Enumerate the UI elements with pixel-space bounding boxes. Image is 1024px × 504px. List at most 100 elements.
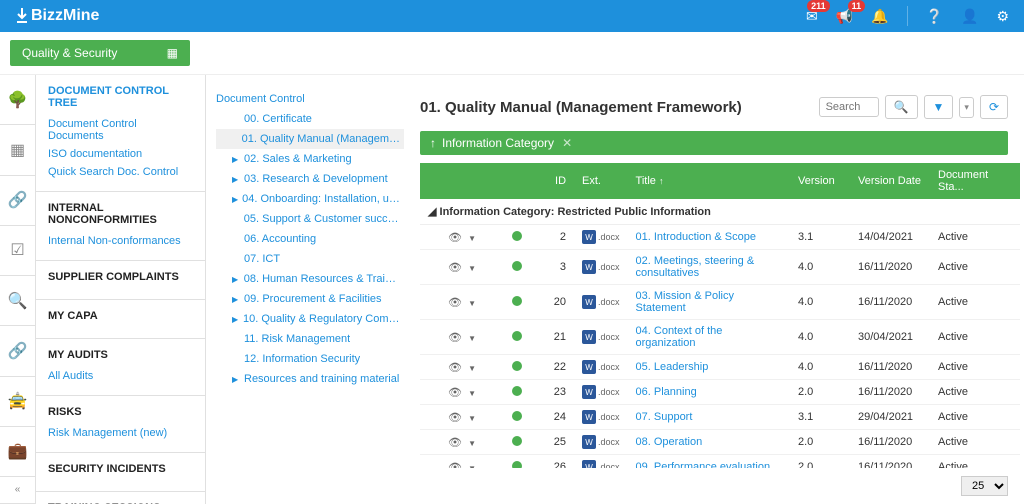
settings-icon[interactable]: ⚙ <box>996 8 1009 25</box>
iconbar-collapse[interactable]: « <box>0 477 35 504</box>
iconbar-risk[interactable]: 🔗 <box>0 326 35 376</box>
sidebar-title[interactable]: SUPPLIER COMPLAINTS <box>48 271 193 283</box>
refresh-button[interactable]: ⟳ <box>980 95 1008 119</box>
module-selector[interactable]: Quality & Security ▦ <box>10 40 190 66</box>
col-status[interactable]: Document Sta... <box>930 163 1020 199</box>
page-size-select[interactable]: 25 <box>961 476 1008 496</box>
tree-item[interactable]: ▶03. Research & Development <box>216 169 404 189</box>
sidebar-title[interactable]: DOCUMENT CONTROL TREE <box>48 85 193 109</box>
col-ext[interactable]: Ext. <box>574 163 628 199</box>
search-button[interactable]: 🔍 <box>885 95 918 119</box>
sidebar-link[interactable]: Document Control Documents <box>48 115 193 145</box>
sidebar-title[interactable]: SECURITY INCIDENTS <box>48 463 193 475</box>
iconbar-link[interactable]: 🔗 <box>0 176 35 226</box>
doc-title-link[interactable]: 06. Planning <box>636 386 697 398</box>
doc-title-link[interactable]: 09. Performance evaluation <box>636 461 771 468</box>
chip-close[interactable]: ✕ <box>562 136 572 150</box>
megaphone-icon[interactable]: 📢11 <box>836 8 853 25</box>
tree-item[interactable]: ▶02. Sales & Marketing <box>216 149 404 169</box>
view-icon[interactable]: 👁 <box>448 297 462 309</box>
iconbar-incident[interactable]: 🚖 <box>0 377 35 427</box>
view-icon[interactable]: 👁 <box>448 387 462 399</box>
help-icon[interactable]: ❔ <box>926 8 943 25</box>
tree-root[interactable]: Document Control <box>216 89 404 109</box>
view-icon[interactable]: 👁 <box>448 262 462 274</box>
filter-button[interactable]: ▼ <box>924 95 954 119</box>
doc-title-link[interactable]: 01. Introduction & Scope <box>636 231 756 243</box>
sidebar-title[interactable]: MY CAPA <box>48 310 193 322</box>
col-title[interactable]: Title ↑ <box>628 163 790 199</box>
group-header[interactable]: ◢ Information Category: Restricted Publi… <box>420 199 1020 225</box>
tree-item[interactable]: 06. Accounting <box>216 229 404 249</box>
logo: BizzMine <box>15 7 99 25</box>
tree-item[interactable]: ▶08. Human Resources & Training <box>216 269 404 289</box>
sidebar-title[interactable]: INTERNAL NONCONFORMITIES <box>48 202 193 226</box>
view-icon[interactable]: 👁 <box>448 332 462 344</box>
tree-item[interactable]: ▶Resources and training material <box>216 369 404 389</box>
sidebar-section: RISKS Risk Management (new) <box>36 396 205 453</box>
row-menu[interactable]: ▼ <box>468 264 476 273</box>
view-icon[interactable]: 👁 <box>448 412 462 424</box>
row-menu[interactable]: ▼ <box>468 299 476 308</box>
tree-item[interactable]: ▶09. Procurement & Facilities <box>216 289 404 309</box>
col-version[interactable]: Version <box>790 163 850 199</box>
row-menu[interactable]: ▼ <box>468 234 476 243</box>
cell-vdate: 16/11/2020 <box>850 285 930 320</box>
sidebar-link[interactable]: Risk Management (new) <box>48 424 193 442</box>
iconbar-grid[interactable]: ▦ <box>0 125 35 175</box>
iconbar-check[interactable]: ☑ <box>0 226 35 276</box>
sidebar-title[interactable]: MY AUDITS <box>48 349 193 361</box>
iconbar-training[interactable]: 💼 <box>0 427 35 477</box>
file-icon: W.docx <box>582 410 620 424</box>
sidebar-link[interactable]: Internal Non-conformances <box>48 232 193 250</box>
filter-dropdown[interactable]: ▾ <box>959 97 974 118</box>
tree-item[interactable]: 05. Support & Customer success <box>216 209 404 229</box>
view-icon[interactable]: 👁 <box>448 437 462 449</box>
cell-vdate: 16/11/2020 <box>850 250 930 285</box>
mail-icon[interactable]: ✉211 <box>806 8 818 25</box>
sidebar-section: SUPPLIER COMPLAINTS <box>36 261 205 300</box>
doc-title-link[interactable]: 03. Mission & Policy Statement <box>636 290 734 314</box>
tree-item[interactable]: 07. ICT <box>216 249 404 269</box>
bell-icon[interactable]: 🔔 <box>871 8 888 25</box>
cell-vdate: 16/11/2020 <box>850 355 930 380</box>
sidebar-link[interactable]: All Audits <box>48 367 193 385</box>
group-chip[interactable]: ↑ Information Category ✕ <box>420 131 1008 155</box>
search-input[interactable] <box>819 97 879 117</box>
table-row: 👁 ▼20W.docx03. Mission & Policy Statemen… <box>420 285 1020 320</box>
sidebar-link[interactable]: ISO documentation <box>48 145 193 163</box>
iconbar-tree[interactable]: 🌳 <box>0 75 35 125</box>
cell-vdate: 16/11/2020 <box>850 430 930 455</box>
doc-title-link[interactable]: 07. Support <box>636 411 693 423</box>
tree-item[interactable]: 00. Certificate <box>216 109 404 129</box>
row-menu[interactable]: ▼ <box>468 364 476 373</box>
caret-icon: ▶ <box>232 275 240 284</box>
view-icon[interactable]: 👁 <box>448 232 462 244</box>
cell-version: 4.0 <box>790 285 850 320</box>
tree-item[interactable]: ▶10. Quality & Regulatory Compliance <box>216 309 404 329</box>
row-menu[interactable]: ▼ <box>468 389 476 398</box>
row-menu[interactable]: ▼ <box>468 439 476 448</box>
row-menu[interactable]: ▼ <box>468 414 476 423</box>
doc-title-link[interactable]: 05. Leadership <box>636 361 709 373</box>
view-icon[interactable]: 👁 <box>448 362 462 374</box>
row-menu[interactable]: ▼ <box>468 334 476 343</box>
tree-item[interactable]: 11. Risk Management <box>216 329 404 349</box>
tree-item[interactable]: ▶04. Onboarding: Installation, updates, … <box>216 189 404 209</box>
col-vdate[interactable]: Version Date <box>850 163 930 199</box>
sidebar-section: TRAINING SESSIONS <box>36 492 205 504</box>
doc-title-link[interactable]: 02. Meetings, steering & consultatives <box>636 255 755 279</box>
tree-item[interactable]: 12. Information Security <box>216 349 404 369</box>
doc-title-link[interactable]: 08. Operation <box>636 436 703 448</box>
cell-status: Active <box>930 430 1020 455</box>
user-icon[interactable]: 👤 <box>961 8 978 25</box>
cell-version: 2.0 <box>790 430 850 455</box>
sidebar-link[interactable]: Quick Search Doc. Control <box>48 163 193 181</box>
caret-icon: ▶ <box>232 375 240 384</box>
tree-item[interactable]: 01. Quality Manual (Management Framework… <box>216 129 404 149</box>
sidebar-title[interactable]: RISKS <box>48 406 193 418</box>
iconbar-search[interactable]: 🔍 <box>0 276 35 326</box>
col-id[interactable]: ID <box>534 163 574 199</box>
status-dot <box>512 436 522 446</box>
doc-title-link[interactable]: 04. Context of the organization <box>636 325 723 349</box>
